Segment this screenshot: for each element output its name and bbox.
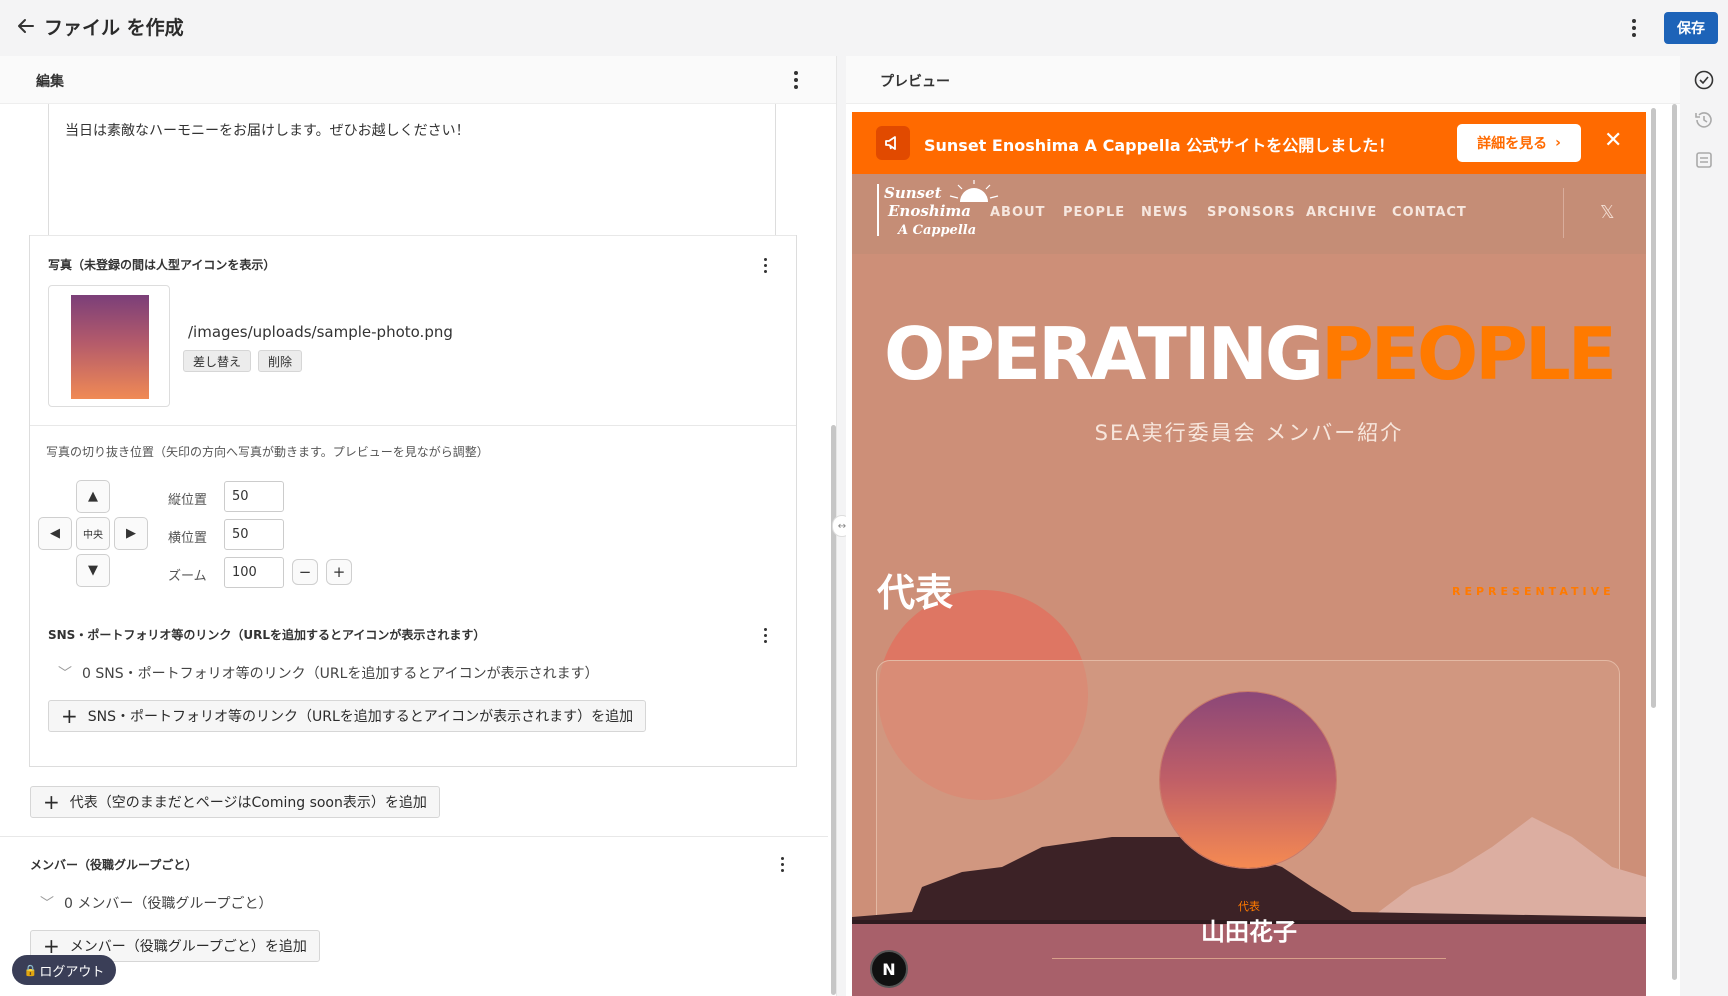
add-representative-label: 代表（空のままだとページはComing soon表示）を追加 xyxy=(69,795,427,811)
delete-photo-button[interactable]: 削除 xyxy=(258,350,303,372)
move-up-button[interactable]: ▲ xyxy=(76,480,110,513)
chevron-down-icon: ﹀ xyxy=(58,666,72,682)
chevron-down-icon: ﹀ xyxy=(40,896,54,912)
zoom-input[interactable]: 100 xyxy=(224,557,284,588)
zoom-label: ズーム xyxy=(168,569,207,584)
nav-contact[interactable]: CONTACT xyxy=(1392,205,1467,220)
add-sns-button[interactable]: + SNS・ポートフォリオ等のリンク（URLを追加するとアイコンが表示されます）を… xyxy=(48,700,647,732)
chevron-right-icon: › xyxy=(1555,135,1561,151)
nav-people[interactable]: PEOPLE xyxy=(1063,205,1125,220)
nav-sponsors[interactable]: SPONSORS xyxy=(1207,205,1296,220)
members-collapse-toggle[interactable]: ﹀ 0 メンバー（役職グループごと） xyxy=(40,893,273,913)
nav-news[interactable]: NEWS xyxy=(1141,205,1188,220)
megaphone-icon xyxy=(876,126,910,160)
photo-label: 写真（未登録の間は人型アイコンを表示） xyxy=(48,258,276,272)
top-bar: ファイル を作成 保存 xyxy=(0,0,1728,56)
plus-icon: + xyxy=(61,704,78,728)
members-count: 0 メンバー（役職グループごと） xyxy=(64,896,273,912)
body-text: 当日は素敵なハーモニーをお届けします。ぜひお越しください！ xyxy=(65,123,470,139)
divider xyxy=(30,425,796,426)
logo-line-2: Enoshima xyxy=(887,202,971,220)
sns-count: 0 SNS・ポートフォリオ等のリンク（URLを追加するとアイコンが表示されます） xyxy=(82,666,599,682)
banner-more-label: 詳細を見る xyxy=(1477,136,1548,152)
section-title: 代表 xyxy=(877,571,954,615)
banner-text: Sunset Enoshima A Cappella 公式サイトを公開しました！ xyxy=(924,136,1395,155)
panel-scrollbar[interactable] xyxy=(1672,104,1677,980)
site-preview: Sunset Enoshima A Cappella 公式サイトを公開しました！… xyxy=(852,112,1646,996)
checklist-icon[interactable] xyxy=(1693,149,1715,171)
photo-menu-icon[interactable] xyxy=(755,253,775,277)
move-left-button[interactable]: ◀ xyxy=(38,517,72,550)
banner-more-button[interactable]: 詳細を見る › xyxy=(1457,124,1581,162)
announcement-banner: Sunset Enoshima A Cappella 公式サイトを公開しました！… xyxy=(852,112,1646,174)
photo-path: /images/uploads/sample-photo.png xyxy=(188,323,453,341)
editor-scrollbar[interactable] xyxy=(831,425,836,995)
member-avatar xyxy=(1160,692,1336,868)
sns-label: SNS・ポートフォリオ等のリンク（URLを追加するとアイコンが表示されます） xyxy=(48,628,486,642)
add-member-label: メンバー（役職グループごと）を追加 xyxy=(69,939,307,955)
sns-collapse-toggle[interactable]: ﹀ 0 SNS・ポートフォリオ等のリンク（URLを追加するとアイコンが表示されます… xyxy=(58,663,599,683)
zoom-plus-button[interactable]: + xyxy=(326,559,352,585)
hero-subtitle: SEA実行委員会 メンバー紹介 xyxy=(1094,421,1404,445)
plus-icon: + xyxy=(43,934,60,958)
plus-icon: + xyxy=(43,790,60,814)
nav-divider xyxy=(1563,188,1564,238)
replace-photo-button[interactable]: 差し替え xyxy=(183,350,252,372)
preview-heading: プレビュー xyxy=(880,74,950,90)
members-label: メンバー（役職グループごと） xyxy=(30,858,198,872)
hero-title: OPERATINGPEOPLE xyxy=(852,312,1646,396)
hero-title-orange: PEOPLE xyxy=(1321,312,1617,396)
sns-menu-icon[interactable] xyxy=(755,623,775,647)
site-nav: Sunset Enoshima A Cappella ABOUT PEOPLE … xyxy=(852,174,1646,254)
next-badge[interactable]: N xyxy=(870,950,908,988)
zoom-minus-button[interactable]: − xyxy=(292,559,318,585)
close-icon[interactable]: ✕ xyxy=(1604,128,1622,153)
check-circle-icon[interactable] xyxy=(1693,69,1715,91)
logo-line-3: A Cappella xyxy=(896,223,976,238)
logo-line-1: Sunset xyxy=(884,184,942,202)
logout-button[interactable]: 🔒 ログアウト xyxy=(12,955,116,985)
center-button[interactable]: 中央 xyxy=(76,517,110,550)
section-title-en: REPRESENTATIVE xyxy=(1452,585,1615,598)
photo-thumbnail xyxy=(48,285,170,407)
nav-about[interactable]: ABOUT xyxy=(990,205,1045,220)
more-menu-icon[interactable] xyxy=(1624,16,1644,40)
horizontal-input[interactable]: 50 xyxy=(224,519,284,550)
add-sns-label: SNS・ポートフォリオ等のリンク（URLを追加するとアイコンが表示されます）を追… xyxy=(87,709,634,725)
history-icon[interactable] xyxy=(1693,109,1715,131)
add-representative-button[interactable]: + 代表（空のままだとページはComing soon表示）を追加 xyxy=(30,786,440,818)
x-social-icon[interactable]: 𝕏 xyxy=(1600,202,1615,223)
page-title: ファイル を作成 xyxy=(44,17,184,39)
save-button[interactable]: 保存 xyxy=(1664,12,1718,44)
vertical-label: 縦位置 xyxy=(168,493,208,508)
editor-header: 編集 xyxy=(0,56,836,104)
move-right-button[interactable]: ▶ xyxy=(114,517,148,550)
crop-hint: 写真の切り抜き位置（矢印の方向へ写真が動きます。プレビューを見ながら調整） xyxy=(46,445,489,459)
editor-heading: 編集 xyxy=(36,74,64,90)
editor-menu-icon[interactable] xyxy=(786,68,806,92)
divider xyxy=(30,235,796,236)
lock-icon: 🔒 xyxy=(23,963,38,977)
preview-scrollbar[interactable] xyxy=(1651,108,1656,708)
logout-label: ログアウト xyxy=(39,964,105,980)
divider xyxy=(0,836,828,837)
preview-header: プレビュー xyxy=(846,56,1680,104)
members-menu-icon[interactable] xyxy=(772,852,792,876)
nav-archive[interactable]: ARCHIVE xyxy=(1306,205,1377,220)
back-arrow-icon[interactable] xyxy=(14,14,38,38)
move-down-button[interactable]: ▼ xyxy=(76,554,110,587)
horizontal-label: 横位置 xyxy=(168,531,208,546)
vertical-input[interactable]: 50 xyxy=(224,481,284,512)
member-name: 山田花子 xyxy=(1201,918,1297,946)
card-divider xyxy=(1052,958,1446,959)
hero-title-white: OPERATING xyxy=(884,312,1324,396)
